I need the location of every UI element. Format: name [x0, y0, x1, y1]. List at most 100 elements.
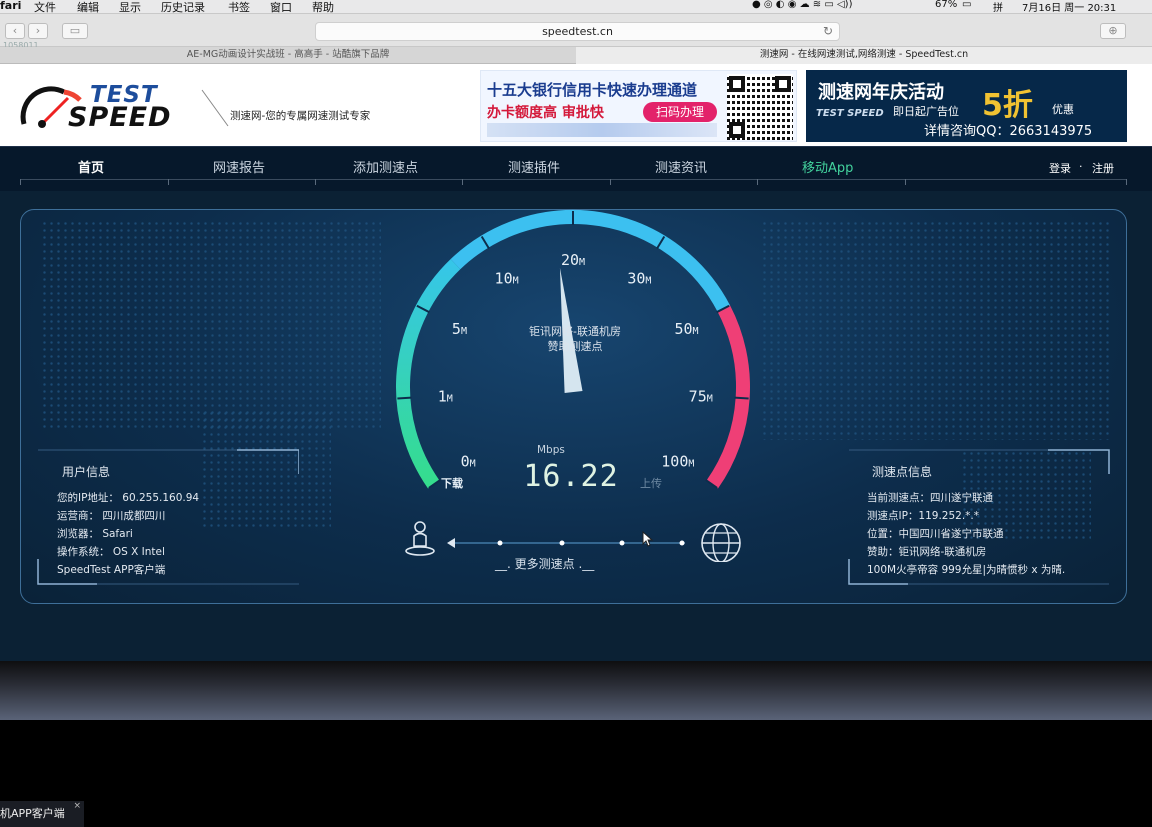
gauge-label: 50M	[674, 320, 698, 338]
ad1-skyline	[487, 123, 717, 137]
credit-card-ad[interactable]: 十五大银行信用卡快速办理通道 办卡额度高 审批快 扫码办理	[480, 70, 797, 142]
mouse-cursor-icon	[642, 531, 654, 547]
user-info-box: 用户信息 您的IP地址： 60.255.160.94 运营商： 四川成都四川 浏…	[37, 449, 299, 587]
menu-edit[interactable]: 编辑	[77, 0, 99, 15]
login-separator: ·	[1079, 160, 1083, 173]
nav-tick	[20, 179, 21, 185]
qr-code-icon	[727, 74, 793, 140]
gauge-label: 75M	[689, 387, 713, 405]
register-link[interactable]: 注册	[1092, 160, 1114, 176]
menu-window[interactable]: 窗口	[270, 0, 292, 15]
route-arrow-icon	[447, 538, 455, 548]
route-dot	[619, 540, 625, 546]
route-dot	[679, 540, 685, 546]
tooltip-close-icon[interactable]: ×	[73, 793, 81, 819]
server-info-title: 测速点信息	[872, 465, 933, 479]
ad2-line2: 即日起广告位	[893, 105, 959, 118]
ad1-button[interactable]: 扫码办理	[643, 102, 717, 122]
nav-tick	[315, 179, 316, 185]
tab-1-title: AE-MG动画设计实战班 - 高高手 - 站酷旗下品牌	[186, 49, 390, 60]
sidebar-icon[interactable]: ▭	[62, 23, 88, 39]
downloads-icon[interactable]: ⊕	[1100, 23, 1126, 39]
battery-percent: 67%	[935, 0, 958, 10]
url-text: speedtest.cn	[542, 25, 613, 38]
address-bar[interactable]: speedtest.cn ↻	[315, 22, 840, 41]
nav-tick	[905, 179, 906, 185]
upload-label: 上传	[640, 477, 662, 490]
nav-add-server[interactable]: 添加测速点	[353, 157, 418, 176]
server-info-box: 测速点信息 当前测速点：四川遂宁联通 测速点IP：119.252.*.* 位置：…	[848, 449, 1110, 587]
menubar-clock[interactable]: 7月16日 周一 20:31	[1022, 0, 1116, 14]
battery-icon[interactable]: ▭	[962, 0, 971, 10]
route-dot	[559, 540, 565, 546]
nav-tick	[168, 179, 169, 185]
tab-2[interactable]: 测速网 - 在线网速测试,网络测速 - SpeedTest.cn	[576, 47, 1152, 64]
nav-news[interactable]: 测速资讯	[655, 157, 707, 176]
speedtest-section: 用户信息 您的IP地址： 60.255.160.94 运营商： 四川成都四川 浏…	[0, 191, 1152, 827]
forward-button[interactable]: ›	[28, 23, 48, 39]
gauge-arc-mid	[450, 210, 730, 312]
gauge-tick	[734, 396, 749, 400]
reload-icon[interactable]: ↻	[823, 23, 833, 40]
ad2-logo: TEST SPEED	[816, 108, 884, 119]
tab-2-title: 测速网 - 在线网速测试,网络测速 - SpeedTest.cn	[759, 49, 969, 60]
nav-plugins[interactable]: 测速插件	[508, 157, 560, 176]
nav-mobile-app[interactable]: 移动App	[802, 157, 853, 176]
user-isp: 运营商： 四川成都四川	[57, 510, 166, 522]
speed-value: 16.22	[523, 459, 619, 494]
tab-1[interactable]: AE-MG动画设计实战班 - 高高手 - 站酷旗下品牌	[0, 47, 576, 64]
app-client-link[interactable]: SpeedTest APP客户端	[57, 562, 165, 577]
ad1-line2: 办卡额度高 审批快	[487, 105, 604, 121]
logo-divider	[201, 89, 229, 127]
tab-bar: AE-MG动画设计实战班 - 高高手 - 站酷旗下品牌 测速网 - 在线网速测试…	[0, 47, 1152, 64]
menu-file[interactable]: 文件	[34, 0, 56, 15]
world-map-left	[41, 220, 381, 430]
app-menu[interactable]: fari	[0, 0, 21, 12]
bottom-backdrop	[0, 661, 1152, 720]
app-client-tooltip[interactable]: 机APP客户端 ×	[0, 801, 84, 827]
browser-toolbar: ‹ › ▭ 1058011 speedtest.cn ↻ ⊕	[0, 14, 1152, 50]
gauge-arc-high	[706, 305, 750, 489]
world-map-right	[761, 220, 1111, 440]
ad2-contact: 详情咨询QQ：2663143975	[924, 124, 1093, 139]
nav-tick	[610, 179, 611, 185]
nav-underline	[20, 179, 1127, 180]
server-ip: 测速点IP：119.252.*.*	[867, 510, 980, 522]
nav-tick	[1126, 179, 1127, 185]
site-slogan: 测速网-您的专属网速测试专家	[230, 110, 371, 122]
menu-view[interactable]: 显示	[119, 0, 141, 15]
user-os: 操作系统： OS X Intel	[57, 546, 165, 558]
nav-tick	[462, 179, 463, 185]
status-icons[interactable]: ● ◎ ◐ ◉ ☁ ≋ ▭ ◁))	[752, 0, 852, 10]
download-label: 下载	[441, 477, 463, 490]
gauge-server-line2: 赞助测速点	[547, 340, 603, 353]
server-sponsor: 赞助：钜讯网络-联通机房	[867, 546, 987, 558]
user-ip: 您的IP地址： 60.255.160.94	[57, 492, 200, 504]
speedtest-logo[interactable]: TEST SPEED	[20, 80, 195, 134]
menu-bookmarks[interactable]: 书签	[228, 0, 250, 15]
site-header: TEST SPEED 测速网-您的专属网速测试专家 十五大银行信用卡快速办理通道…	[0, 64, 1152, 146]
ad2-discount-suffix: 优惠	[1052, 103, 1074, 116]
anniversary-ad[interactable]: 测速网年庆活动 TEST SPEED 即日起广告位 5折 优惠 详情咨询QQ：2…	[806, 70, 1127, 142]
speed-unit: Mbps	[537, 444, 565, 456]
gauge-server-line1: 钜讯网络-联通机房	[529, 325, 621, 338]
route-dot	[497, 540, 503, 546]
menu-help[interactable]: 帮助	[312, 0, 334, 15]
back-button[interactable]: ‹	[5, 23, 25, 39]
gauge-label: 0M	[461, 452, 476, 470]
logo-speed-text: SPEED	[68, 102, 172, 133]
more-servers-link[interactable]: __. 更多测速点 .__	[495, 555, 594, 572]
gauge-label: 100M	[661, 452, 694, 470]
nav-speed-report[interactable]: 网速报告	[213, 157, 265, 176]
gauge-server-label: 钜讯网络-联通机房 赞助测速点	[495, 324, 655, 354]
ad2-discount: 5折	[982, 88, 1033, 123]
login-link[interactable]: 登录	[1049, 160, 1071, 176]
globe-icon	[701, 523, 741, 562]
gauge-label: 10M	[495, 270, 519, 288]
gauge-label: 1M	[438, 387, 453, 405]
input-method[interactable]: 拼	[993, 0, 1003, 14]
menu-history[interactable]: 历史记录	[161, 0, 205, 15]
user-info-title: 用户信息	[62, 465, 111, 479]
nav-home[interactable]: 首页	[78, 157, 104, 176]
server-current: 当前测速点：四川遂宁联通	[867, 492, 993, 504]
